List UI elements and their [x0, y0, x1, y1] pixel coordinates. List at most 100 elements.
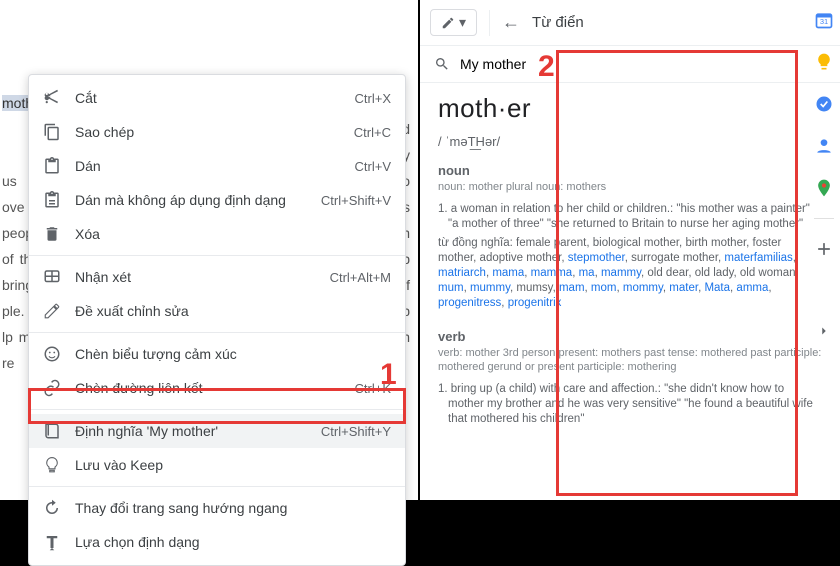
synonym-link[interactable]: ma — [579, 267, 595, 279]
menu-item-label: Cắt — [75, 90, 341, 106]
pos-noun: noun — [438, 163, 822, 178]
keep-icon — [43, 456, 61, 474]
keep-icon[interactable] — [812, 50, 836, 74]
rotate-icon — [43, 499, 61, 517]
synonym-link[interactable]: Mata — [704, 282, 730, 294]
menu-item-label: Chèn biểu tượng cảm xúc — [75, 346, 377, 362]
menu-item-suggest[interactable]: Đề xuất chỉnh sửa — [29, 294, 405, 328]
paste-plain-icon — [43, 191, 61, 209]
paste-icon — [43, 157, 61, 175]
menu-item-label: Sao chép — [75, 124, 340, 140]
menu-item-paste[interactable]: Dán Ctrl+V — [29, 149, 405, 183]
synonym-link[interactable]: mam — [559, 282, 585, 294]
collapse-rail-icon[interactable] — [812, 319, 836, 343]
menu-item-paste-plain[interactable]: Dán mà không áp dụng định dạng Ctrl+Shift… — [29, 183, 405, 217]
menu-separator — [29, 255, 405, 256]
menu-separator — [29, 409, 405, 410]
synonym-link[interactable]: materfamilias — [724, 252, 792, 264]
dictionary-search-input[interactable] — [460, 56, 826, 72]
suggest-icon — [43, 302, 61, 320]
noun-definition-1: 1. a woman in relation to her child or c… — [438, 202, 822, 232]
menu-item-label: Dán mà không áp dụng định dạng — [75, 192, 307, 208]
emoji-icon — [43, 345, 61, 363]
verb-forms: verb: mother 3rd person present: mothers… — [438, 346, 822, 374]
define-icon — [43, 422, 61, 440]
synonym-link[interactable]: mater — [669, 282, 698, 294]
cut-icon — [43, 89, 61, 107]
context-menu: Cắt Ctrl+X Sao chép Ctrl+C Dán Ctrl+V Dán mà k… — [28, 74, 406, 566]
dictionary-search-row — [420, 46, 840, 83]
pen-icon — [441, 16, 455, 30]
synonym-link[interactable]: amma — [736, 282, 768, 294]
svg-text:31: 31 — [820, 17, 828, 26]
copy-icon — [43, 123, 61, 141]
menu-item-define[interactable]: Định nghĩa 'My mother' Ctrl+Shift+Y — [29, 414, 405, 448]
rail-divider — [814, 218, 834, 219]
right-panel: ▾ ← Từ điển ✕ moth·er / ˈməT͟Hər/ noun n… — [420, 0, 840, 500]
menu-item-shortcut: Ctrl+V — [355, 159, 391, 174]
menu-item-label: Xóa — [75, 226, 377, 242]
calendar-icon[interactable]: 31 — [812, 8, 836, 32]
tasks-icon[interactable] — [812, 92, 836, 116]
menu-item-label: Lưu vào Keep — [75, 457, 377, 473]
headword: moth·er — [438, 93, 822, 124]
annotation-number-2: 2 — [538, 50, 555, 84]
side-rail: 31 — [812, 8, 836, 343]
dictionary-result: moth·er / ˈməT͟Hər/ noun noun: mother pl… — [420, 83, 840, 481]
menu-item-label: Định nghĩa 'My mother' — [75, 423, 307, 439]
ink-tool-dropdown[interactable]: ▾ — [430, 9, 477, 36]
synonym-link[interactable]: mum — [438, 282, 464, 294]
menu-item-label: Thay đổi trang sang hướng ngang — [75, 500, 377, 516]
synonym-link[interactable]: mama — [492, 267, 524, 279]
menu-item-shortcut: Ctrl+Alt+M — [330, 270, 391, 285]
synonym-link[interactable]: mummy — [470, 282, 510, 294]
menu-item-delete[interactable]: Xóa — [29, 217, 405, 251]
synonym-link[interactable]: mamma — [531, 267, 573, 279]
menu-item-label: Lựa chọn định dạng — [75, 534, 377, 550]
menu-item-rotate[interactable]: Thay đổi trang sang hướng ngang — [29, 491, 405, 525]
menu-item-copy[interactable]: Sao chép Ctrl+C — [29, 115, 405, 149]
menu-item-label: Đề xuất chỉnh sửa — [75, 303, 377, 319]
menu-item-shortcut: Ctrl+Shift+V — [321, 193, 391, 208]
synonym-link[interactable]: mommy — [623, 282, 663, 294]
menu-item-label: Dán — [75, 158, 341, 174]
menu-separator — [29, 486, 405, 487]
annotation-number-1: 1 — [380, 358, 397, 392]
menu-separator — [29, 332, 405, 333]
pos-verb: verb — [438, 329, 822, 344]
menu-item-label: Nhận xét — [75, 269, 316, 285]
menu-item-format[interactable]: Lựa chọn định dạng — [29, 525, 405, 559]
contacts-icon[interactable] — [812, 134, 836, 158]
menu-item-cut[interactable]: Cắt Ctrl+X — [29, 81, 405, 115]
toolbar: ▾ ← Từ điển ✕ — [420, 0, 840, 46]
menu-item-shortcut: Ctrl+C — [354, 125, 391, 140]
add-icon[interactable] — [812, 237, 836, 261]
menu-item-shortcut: Ctrl+Shift+Y — [321, 424, 391, 439]
maps-icon[interactable] — [812, 176, 836, 200]
menu-item-emoji[interactable]: Chèn biểu tượng cảm xúc — [29, 337, 405, 371]
noun-forms: noun: mother plural noun: mothers — [438, 180, 822, 194]
noun-synonyms: từ đồng nghĩa: female parent, biological… — [438, 236, 822, 311]
format-icon — [43, 533, 61, 551]
left-panel: moth ime and e alway usant in o oveys tr… — [0, 0, 420, 500]
search-icon — [434, 56, 450, 72]
synonym-link[interactable]: stepmother — [568, 252, 625, 264]
synonym-link[interactable]: progenitrix — [508, 297, 562, 309]
synonym-link[interactable]: mammy — [601, 267, 641, 279]
menu-item-link[interactable]: Chèn đường liên kếtCtrl+K — [29, 371, 405, 405]
comment-icon — [43, 268, 61, 286]
synonym-link[interactable]: matriarch — [438, 267, 486, 279]
menu-item-label: Chèn đường liên kết — [75, 380, 341, 396]
synonym-link[interactable]: mom — [591, 282, 617, 294]
toolbar-divider — [489, 10, 490, 36]
delete-icon — [43, 225, 61, 243]
link-icon — [43, 379, 61, 397]
back-button[interactable]: ← — [502, 12, 520, 33]
pronunciation: / ˈməT͟Hər/ — [438, 134, 822, 149]
menu-item-comment[interactable]: Nhận xét Ctrl+Alt+M — [29, 260, 405, 294]
verb-definition-1: 1. bring up (a child) with care and affe… — [438, 382, 822, 427]
panel-title: Từ điển — [532, 14, 805, 31]
synonym-link[interactable]: progenitress — [438, 297, 501, 309]
menu-item-shortcut: Ctrl+X — [355, 91, 391, 106]
menu-item-keep[interactable]: Lưu vào Keep — [29, 448, 405, 482]
